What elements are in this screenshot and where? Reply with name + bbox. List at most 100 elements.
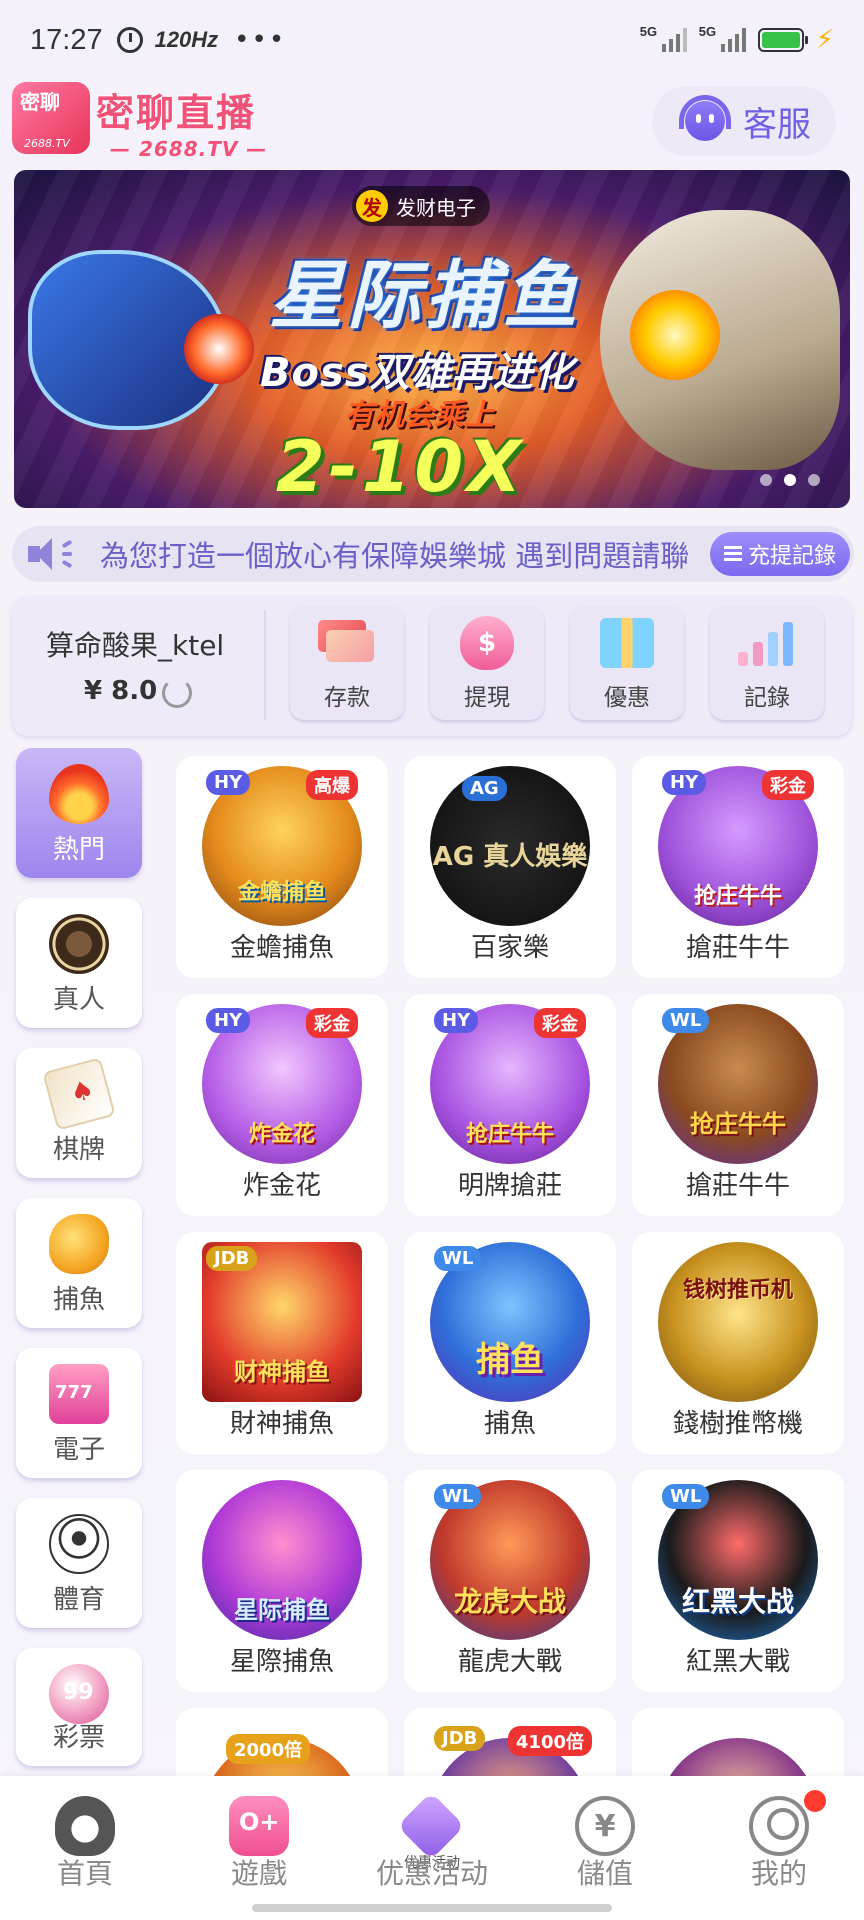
promo-icon (397, 1792, 465, 1860)
money-bag-icon: $ (460, 616, 514, 670)
logo-name: 密聊直播 (96, 91, 257, 135)
game-card[interactable]: 2000倍 (176, 1708, 388, 1776)
game-card[interactable]: 龙虎大战 WL 龍虎大戰 (404, 1470, 616, 1692)
game-badge: 4100倍 (507, 1726, 592, 1756)
deposit-button[interactable]: 存款 (290, 606, 404, 720)
withdraw-button[interactable]: $ 提現 (430, 606, 544, 720)
home-indicator[interactable] (252, 1904, 612, 1912)
nav-recharge[interactable]: ¥ 儲值 (530, 1786, 680, 1906)
category-hot[interactable]: 熱門 (16, 748, 142, 878)
game-card[interactable] (632, 1708, 844, 1776)
divider (264, 610, 266, 720)
bar-chart-icon (738, 620, 798, 666)
banner-multiplier: 2-10X (276, 426, 526, 508)
nav-games[interactable]: 遊戲 (184, 1786, 334, 1906)
customer-service-button[interactable]: 客服 (652, 86, 836, 156)
game-label: 財神捕魚 (229, 1409, 334, 1439)
game-label: 星際捕魚 (229, 1647, 334, 1677)
game-card[interactable]: 捕鱼 WL 捕魚 (404, 1232, 616, 1454)
slot-machine-icon (49, 1364, 109, 1424)
username: 算命酸果_ktel (46, 629, 225, 662)
soccer-ball-icon (49, 1514, 109, 1574)
logo: 密聊直播 — 2688.TV — (96, 82, 267, 161)
lottery-ball-icon (49, 1664, 109, 1724)
nav-promotions[interactable]: 优惠活动 优惠活动 (356, 1786, 508, 1906)
category-lottery[interactable]: 彩票 (16, 1648, 142, 1766)
game-label: 紅黑大戰 (685, 1647, 790, 1677)
game-label: 明牌搶莊 (457, 1171, 562, 1201)
game-card[interactable]: 抢庄牛牛 HY 彩金 搶莊牛牛 (632, 756, 844, 978)
provider-tag: HY (206, 1008, 251, 1033)
provider-tag: AG (462, 776, 507, 801)
provider-tag: HY (206, 770, 251, 795)
records-button[interactable]: 記錄 (710, 606, 824, 720)
category-sports[interactable]: 體育 (16, 1498, 142, 1628)
gamepad-icon (229, 1796, 289, 1856)
game-thumbnail (658, 1738, 818, 1776)
casino-chip-icon (49, 914, 109, 974)
banner-title: 星际捕鱼 (269, 253, 581, 339)
game-badge: 彩金 (762, 770, 814, 800)
home-avatar-icon (55, 1796, 115, 1856)
game-card[interactable]: 财神捕鱼 JDB 財神捕魚 (176, 1232, 388, 1454)
fish-icon (49, 1214, 109, 1274)
game-label: 搶莊牛牛 (685, 1171, 790, 1201)
game-badge: 彩金 (534, 1008, 586, 1038)
nav-home[interactable]: 首頁 (10, 1786, 160, 1906)
fire-icon (49, 764, 109, 824)
provider-tag: WL (434, 1246, 482, 1271)
app-screen: 17:27 120Hz ••• 5G 5G ⚡ 密聊 2688.TV 密聊直播 … (0, 0, 864, 1920)
game-badge: 高爆 (306, 770, 358, 800)
game-thumbnail: AG 真人娛樂 (430, 766, 590, 926)
promotions-button[interactable]: 優惠 (570, 606, 684, 720)
banner-dot[interactable] (784, 474, 796, 486)
game-label: 龍虎大戰 (457, 1647, 562, 1677)
game-card[interactable]: 抢庄牛牛 WL 搶莊牛牛 (632, 994, 844, 1216)
category-fishing[interactable]: 捕魚 (16, 1198, 142, 1328)
game-card[interactable]: 星际捕鱼 星際捕魚 (176, 1470, 388, 1692)
game-card[interactable]: 红黑大战 WL 紅黑大戰 (632, 1470, 844, 1692)
banner-dot[interactable] (808, 474, 820, 486)
provider-tag: JDB (434, 1726, 486, 1751)
playing-cards-icon (42, 1057, 116, 1131)
more-icon: ••• (234, 25, 287, 55)
list-icon (723, 546, 742, 562)
nav-profile[interactable]: 我的 (704, 1786, 854, 1906)
game-label: 炸金花 (242, 1171, 321, 1201)
user-icon (749, 1796, 809, 1856)
category-live[interactable]: 真人 (16, 898, 142, 1028)
game-badge: 彩金 (306, 1008, 358, 1038)
provider-tag: WL (434, 1484, 482, 1509)
game-card[interactable]: JDB 4100倍 (404, 1708, 616, 1776)
transaction-record-button[interactable]: 充提記錄 (709, 532, 850, 576)
banner-brand-name: 发财电子 (396, 195, 476, 220)
game-card[interactable]: 钱树推币机 錢樹推幣機 (632, 1232, 844, 1454)
banner-pagination[interactable] (760, 474, 820, 486)
category-cards[interactable]: 棋牌 (16, 1048, 142, 1178)
announcement-text: 為您打造一個放心有保障娛樂城 遇到問題請聯 (100, 539, 690, 573)
charging-icon: ⚡ (815, 25, 834, 55)
refresh-icon[interactable] (162, 678, 192, 708)
provider-tag: JDB (206, 1246, 258, 1271)
game-card[interactable]: 炸金花 HY 彩金 炸金花 (176, 994, 388, 1216)
logo-url: — 2688.TV — (110, 137, 268, 161)
provider-tag: HY (662, 770, 707, 795)
wallet-card: 算命酸果_ktel ¥ 8.0 存款 $ 提現 優惠 記錄 (12, 596, 852, 736)
game-card[interactable]: 金蟾捕鱼 HY 高爆 金蟾捕魚 (176, 756, 388, 978)
battery-icon (757, 28, 808, 52)
game-card[interactable]: AG 真人娛樂 AG 百家樂 (404, 756, 616, 978)
game-label: 搶莊牛牛 (685, 933, 790, 963)
notification-dot (804, 1790, 826, 1812)
refresh-rate: 120Hz (154, 27, 219, 52)
provider-tag: WL (662, 1008, 710, 1033)
promo-banner[interactable]: 发 发财电子 星际捕鱼 Boss双雄再进化 有机会乘上 2-10X (14, 170, 850, 508)
banner-brand-badge: 发 (356, 190, 388, 222)
transaction-record-label: 充提記錄 (747, 544, 836, 569)
category-slots[interactable]: 電子 (16, 1348, 142, 1478)
game-grid: 金蟾捕鱼 HY 高爆 金蟾捕魚 AG 真人娛樂 AG 百家樂 抢庄牛牛 HY 彩… (176, 756, 844, 1776)
banner-dot[interactable] (760, 474, 772, 486)
game-card[interactable]: 抢庄牛牛 HY 彩金 明牌搶莊 (404, 994, 616, 1216)
bottom-navigation: 首頁 遊戲 优惠活动 优惠活动 ¥ 儲值 我的 (0, 1776, 864, 1920)
customer-service-label: 客服 (743, 104, 811, 145)
mech-dragon-right-image (600, 210, 840, 470)
